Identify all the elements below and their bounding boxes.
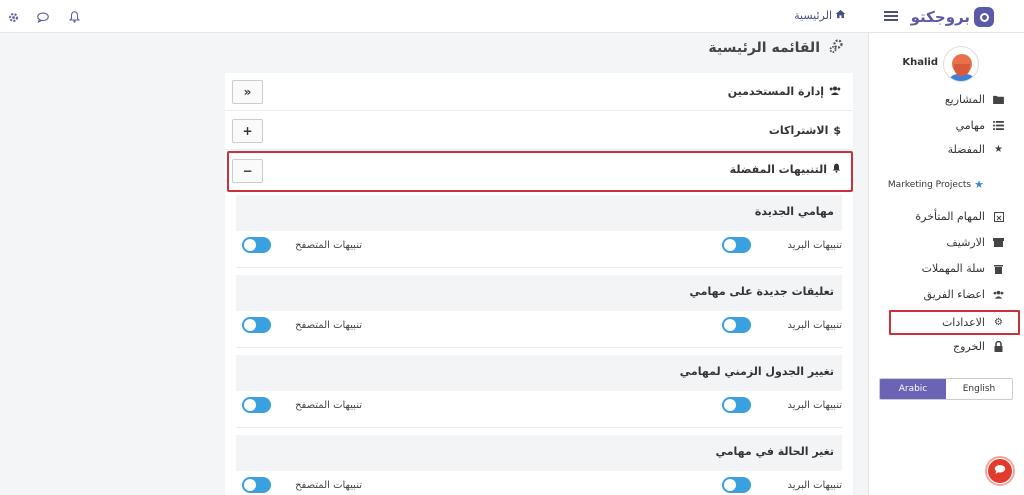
lock-icon [993, 341, 1004, 352]
sidebar-item-label: المهام المتأخرة [915, 210, 985, 223]
accordion-title: الاشتراكات [768, 124, 829, 137]
dollar-icon: $ [833, 124, 841, 137]
pref-status-change: تغير الحالة في مهامي تنبيهات البريد تنبي… [236, 435, 842, 495]
expand-button[interactable]: + [232, 119, 263, 143]
username: Khalid [902, 57, 938, 68]
calendar-x-icon [993, 211, 1004, 222]
star-icon: ★ [994, 144, 1003, 155]
accordion-header[interactable]: $ الاشتراكات [769, 124, 841, 137]
users-icon [993, 289, 1004, 300]
pref-title: تغيير الجدول الزمني لمهامي [679, 365, 834, 378]
sidebar-item-label: المفضلة [947, 143, 985, 156]
email-alerts-toggle[interactable] [722, 397, 751, 413]
bell-icon[interactable] [66, 9, 82, 25]
gears-icon [828, 38, 844, 58]
email-alerts-label: تنبيهات البريد [787, 320, 842, 331]
favorite-project-marketing[interactable]: Marketing Projects ★ [888, 178, 984, 191]
pref-title: تغير الحالة في مهامي [715, 445, 834, 458]
sidebar-item-projects[interactable]: المشاريع [945, 93, 1004, 106]
logo-icon [974, 7, 994, 27]
sidebar-item-label: المشاريع [944, 93, 985, 106]
gear-icon[interactable] [5, 9, 21, 25]
brand-name: بروجكتو [910, 8, 970, 26]
highlight-box [227, 151, 853, 192]
avatar[interactable] [943, 46, 979, 82]
support-chat-button[interactable] [985, 456, 1015, 486]
accordion-subscriptions: + $ الاشتراكات [225, 112, 853, 150]
chat-icon [994, 464, 1006, 478]
sidebar-item-settings[interactable]: ⚙ الاعدادات [889, 310, 1020, 335]
list-icon [993, 120, 1004, 131]
home-label: الرئيسية [794, 9, 832, 22]
star-icon: ★ [974, 178, 984, 191]
chat-icon[interactable] [35, 9, 51, 25]
accordion-user-management: » إدارة المستخدمين [225, 73, 853, 111]
email-alerts-toggle[interactable] [722, 477, 751, 493]
brand-logo[interactable]: بروجكتو [911, 7, 994, 27]
email-alerts-label: تنبيهات البريد [787, 240, 842, 251]
archive-icon [993, 237, 1004, 248]
home-link[interactable]: الرئيسية [794, 9, 846, 22]
page-title-text: القائمه الرئيسية [708, 40, 820, 56]
sidebar-item-label: اعضاء الفريق [923, 288, 985, 301]
accordion-title: إدارة المستخدمين [727, 85, 824, 98]
sidebar-item-overdue[interactable]: المهام المتأخرة [915, 210, 1004, 223]
home-icon [835, 9, 846, 22]
folder-icon [993, 94, 1004, 105]
browser-alerts-label: تنبيهات المتصفح [295, 320, 362, 331]
email-alerts-toggle[interactable] [722, 237, 751, 253]
browser-alerts-label: تنبيهات المتصفح [295, 240, 362, 251]
pref-schedule-change: تغيير الجدول الزمني لمهامي تنبيهات البري… [236, 355, 842, 435]
browser-alerts-toggle[interactable] [242, 317, 271, 333]
expand-button[interactable]: » [232, 80, 263, 104]
sidebar-item-team[interactable]: اعضاء الفريق [924, 288, 1004, 301]
lang-english-button[interactable]: English [946, 379, 1012, 399]
sidebar-item-trash[interactable]: سلة المهملات [922, 262, 1004, 275]
users-icon [829, 85, 841, 98]
sidebar-item-label: مهامي [955, 119, 985, 132]
browser-alerts-label: تنبيهات المتصفح [295, 400, 362, 411]
trash-icon [993, 263, 1004, 274]
browser-alerts-label: تنبيهات المتصفح [295, 480, 362, 491]
lang-arabic-button[interactable]: Arabic [880, 379, 946, 399]
top-bar: الرئيسية بروجكتو [0, 0, 1024, 33]
sidebar-item-archive[interactable]: الارشيف [946, 236, 1004, 249]
language-switch: Arabic English [879, 378, 1013, 400]
sidebar-item-favorites[interactable]: ★ المفضلة [948, 143, 1004, 156]
pref-new-tasks: مهامي الجديدة تنبيهات البريد تنبيهات الم… [236, 195, 842, 275]
browser-alerts-toggle[interactable] [242, 477, 271, 493]
pref-title: تعليقات جديدة على مهامي [689, 285, 834, 298]
menu-toggle-icon[interactable] [884, 9, 898, 23]
sidebar-item-label: الارشيف [946, 236, 985, 249]
pref-new-comments: تعليقات جديدة على مهامي تنبيهات البريد ت… [236, 275, 842, 355]
accordion-header[interactable]: إدارة المستخدمين [728, 85, 841, 98]
email-alerts-toggle[interactable] [722, 317, 751, 333]
browser-alerts-toggle[interactable] [242, 237, 271, 253]
page-title: القائمه الرئيسية [708, 38, 844, 58]
sidebar-item-my-tasks[interactable]: مهامي [956, 119, 1004, 132]
browser-alerts-toggle[interactable] [242, 397, 271, 413]
email-alerts-label: تنبيهات البريد [787, 400, 842, 411]
sidebar-item-logout[interactable]: الخروج [953, 340, 1004, 353]
sidebar: Khalid المشاريع مهامي ★ المفضلة Marketin… [868, 33, 1024, 495]
sidebar-item-label: الاعدادات [941, 316, 985, 329]
sidebar-item-label: سلة المهملات [921, 262, 985, 275]
gear-icon: ⚙ [994, 317, 1003, 328]
pref-title: مهامي الجديدة [754, 205, 834, 218]
project-label: Marketing Projects [887, 179, 972, 190]
email-alerts-label: تنبيهات البريد [787, 480, 842, 491]
sidebar-item-label: الخروج [953, 340, 985, 353]
